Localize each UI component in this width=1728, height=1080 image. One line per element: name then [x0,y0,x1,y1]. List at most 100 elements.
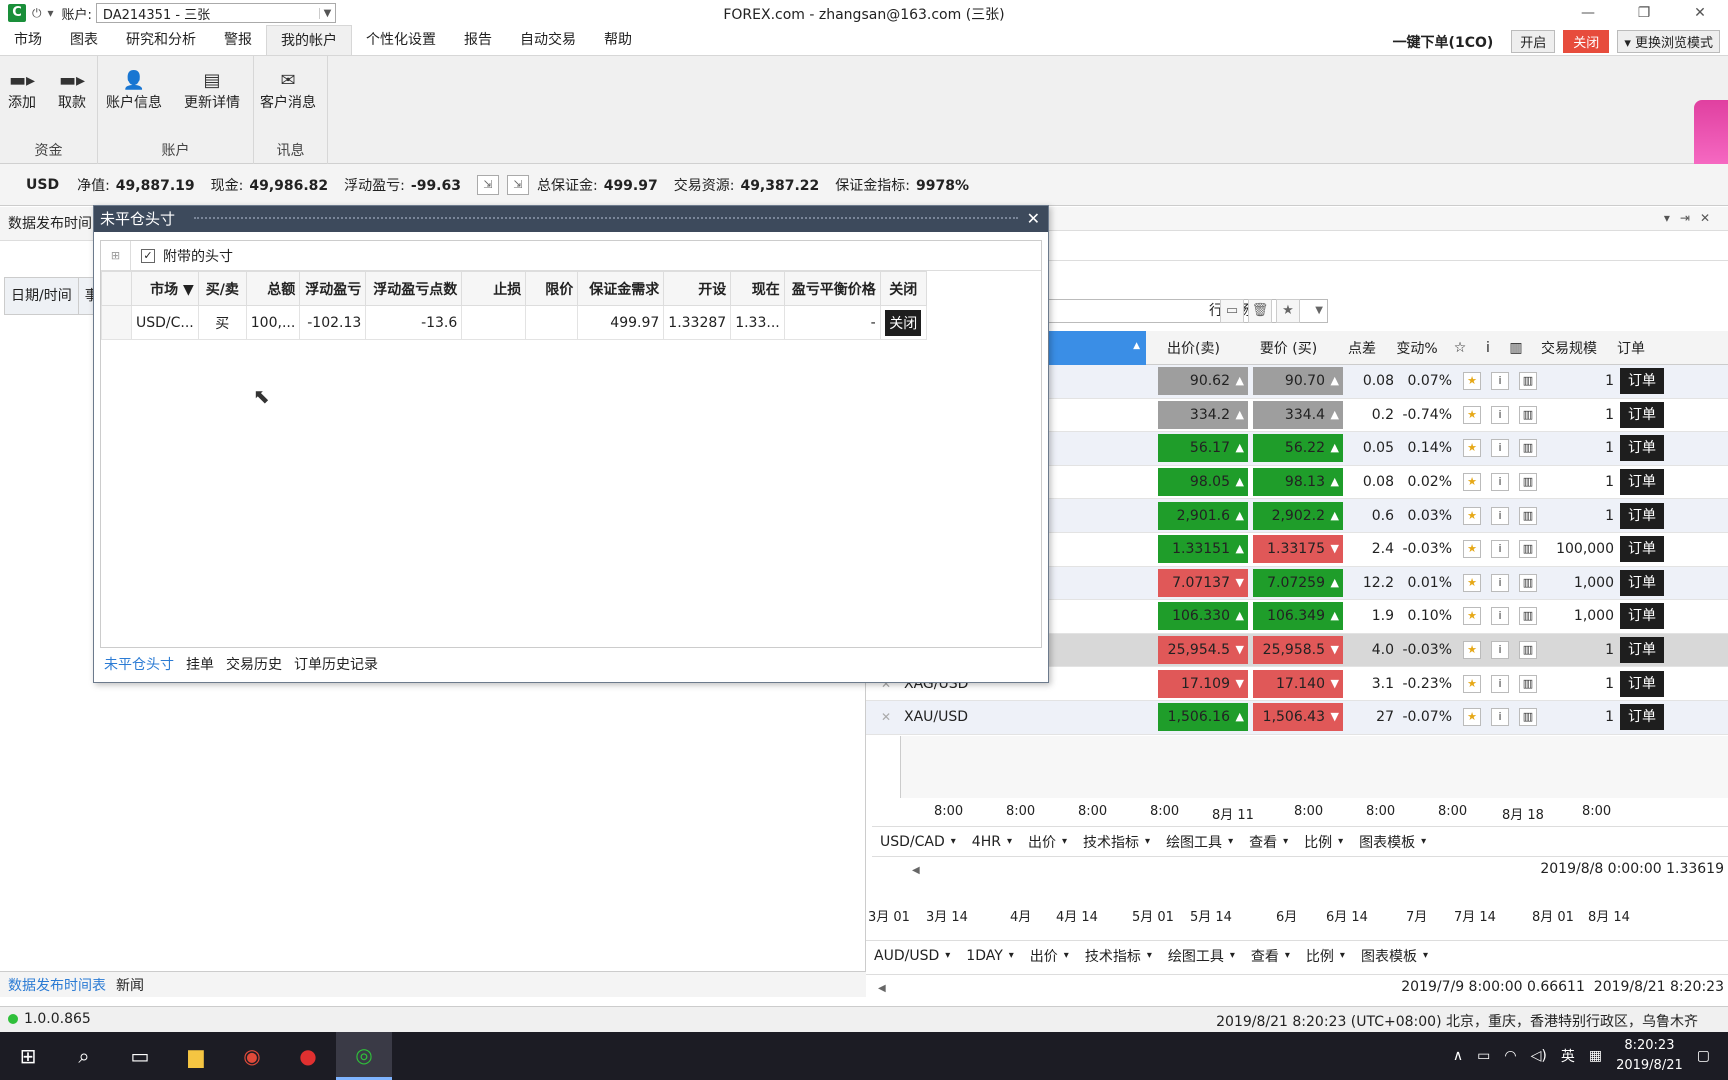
close-all-icon[interactable]: ⇲ [476,174,499,195]
indicators-menu[interactable]: 技术指标 [1083,832,1139,852]
ask-price-button[interactable]: 106.349 ▲ [1253,602,1343,631]
order-button[interactable]: 订单 [1620,637,1664,664]
info-icon[interactable]: i [1491,540,1509,559]
star-icon[interactable]: ★ [1463,674,1481,693]
col-side[interactable]: 买/卖 [197,271,247,306]
scroll-left-icon[interactable]: ◀ [912,865,920,876]
info-icon[interactable]: i [1491,708,1509,727]
star-icon[interactable]: ★ [1463,573,1481,592]
info-icon[interactable]: i [1491,405,1509,424]
symbol-select[interactable]: AUD/USD [874,948,939,964]
menu-auto-trade[interactable]: 自动交易 [506,25,590,55]
order-button[interactable]: 订单 [1620,502,1664,529]
ask-price-button[interactable]: 334.4 ▲ [1253,400,1343,429]
client-messages-button[interactable]: ✉ 客户消息 [260,70,316,112]
chevron-down-icon[interactable]: ▾ [1009,950,1014,961]
col-limit[interactable]: 限价 [525,271,579,306]
order-button[interactable]: 订单 [1620,603,1664,630]
ask-price-button[interactable]: 90.70 ▲ [1253,367,1343,396]
order-button[interactable]: 订单 [1620,435,1664,462]
star-icon[interactable]: ★ [1463,473,1481,492]
power-icon[interactable]: ⏻ [32,6,42,21]
scroll-left-icon[interactable]: ◀ [878,983,886,994]
file-explorer-icon[interactable]: ▆ [168,1032,224,1080]
ask-price-button[interactable]: 25,958.5 ▼ [1253,636,1343,665]
chrome-icon[interactable]: ◉ [224,1032,280,1080]
chart-icon[interactable]: ▥ [1519,708,1537,727]
header-bid[interactable]: 出价(卖) [1146,338,1241,358]
order-button[interactable]: 订单 [1620,368,1664,395]
info-icon[interactable]: i [1491,641,1509,660]
chevron-down-icon[interactable]: ▾ [1285,950,1290,961]
col-current[interactable]: 现在 [730,271,785,306]
tab-trade-history[interactable]: 交易历史 [226,654,282,674]
bid-price-button[interactable]: 334.2 ▲ [1158,400,1248,429]
col-market[interactable]: 市场 ▼ [131,271,199,306]
chevron-down-icon[interactable]: ▾ [1230,950,1235,961]
tab-order-history[interactable]: 订单历史记录 [294,654,378,674]
info-icon[interactable]: i [1491,372,1509,391]
tab-open-positions[interactable]: 未平仓头寸 [104,654,174,674]
bid-price-button[interactable]: 106.330 ▲ [1158,602,1248,631]
star-icon[interactable]: ★ [1463,607,1481,626]
add-favorite-icon[interactable]: ★ [1276,299,1300,323]
order-button[interactable]: 订单 [1620,469,1664,496]
account-info-button[interactable]: 👤 账户信息 [106,70,162,112]
header-trade-size[interactable]: 交易规模 [1530,338,1608,358]
col-open[interactable]: 开设 [663,271,732,306]
chart-icon[interactable]: ▥ [1519,439,1537,458]
order-button[interactable]: 订单 [1620,536,1664,563]
drag-handle[interactable] [194,217,1018,221]
delete-list-icon[interactable]: 🗑 [1248,299,1272,323]
menu-personalize[interactable]: 个性化设置 [352,25,450,55]
header-change[interactable]: 变动% [1388,338,1446,358]
chevron-down-icon[interactable]: ▾ [1062,836,1067,847]
chevron-down-icon[interactable]: ▾ [1007,836,1012,847]
menu-charts[interactable]: 图表 [56,25,112,55]
drawing-tools-menu[interactable]: 绘图工具 [1168,946,1224,966]
col-stop[interactable]: 止损 [461,271,527,306]
chart-template-menu[interactable]: 图表模板 [1361,946,1417,966]
col-pl[interactable]: 浮动盈亏 [299,271,367,306]
indicators-menu[interactable]: 技术指标 [1085,946,1141,966]
chevron-down-icon[interactable]: ▾ [1423,950,1428,961]
chevron-down-icon[interactable]: ▾ [1145,836,1150,847]
timeframe-select[interactable]: 4HR [972,834,1001,850]
chart-icon[interactable]: ▥ [1519,506,1537,525]
info-icon[interactable]: i [1491,607,1509,626]
menu-research[interactable]: 研究和分析 [112,25,210,55]
ask-price-button[interactable]: 56.22 ▲ [1253,434,1343,463]
search-icon[interactable]: ⌕ [56,1032,112,1080]
ask-price-button[interactable]: 2,902.2 ▲ [1253,501,1343,530]
one-click-open-button[interactable]: 开启 [1511,30,1556,53]
chevron-down-icon[interactable]: ▾ [951,836,956,847]
chevron-down-icon[interactable]: ▼ [318,7,335,19]
chevron-down-icon[interactable]: ▾ [1064,950,1069,961]
cell-limit[interactable] [525,305,579,340]
info-icon[interactable]: i [1491,573,1509,592]
column-datetime[interactable]: 日期/时间 [5,278,79,314]
bid-price-button[interactable]: 17.109 ▼ [1158,669,1248,698]
close-icon[interactable]: ✕ [1027,206,1040,232]
header-ask[interactable]: 要价 (买) [1241,338,1336,358]
star-icon[interactable]: ★ [1463,506,1481,525]
withdraw-button[interactable]: ▬▸ 取款 [58,70,86,112]
ask-price-button[interactable]: 7.07259 ▲ [1253,568,1343,597]
star-icon[interactable]: ★ [1463,540,1481,559]
forex-app-icon[interactable]: ◎ [336,1032,392,1080]
price-type-select[interactable]: 出价 [1028,832,1056,852]
chart-icon[interactable]: ▥ [1519,607,1537,626]
bid-price-button[interactable]: 7.07137 ▼ [1158,568,1248,597]
chart-icon[interactable]: ▥ [1519,573,1537,592]
menu-help[interactable]: 帮助 [590,25,646,55]
col-margin[interactable]: 保证金需求 [577,271,665,306]
star-icon[interactable]: ★ [1463,372,1481,391]
browse-mode-button[interactable]: ▾ 更换浏览模式 [1617,30,1720,53]
close-position-button[interactable]: 关闭 [885,309,922,336]
record-icon[interactable]: ● [280,1032,336,1080]
filter-icon[interactable]: ▼ [183,282,194,298]
chevron-down-icon[interactable]: ▾ [1340,950,1345,961]
star-icon[interactable]: ★ [1463,405,1481,424]
ask-price-button[interactable]: 98.13 ▲ [1253,468,1343,497]
restore-icon[interactable]: ❐ [1616,0,1672,26]
